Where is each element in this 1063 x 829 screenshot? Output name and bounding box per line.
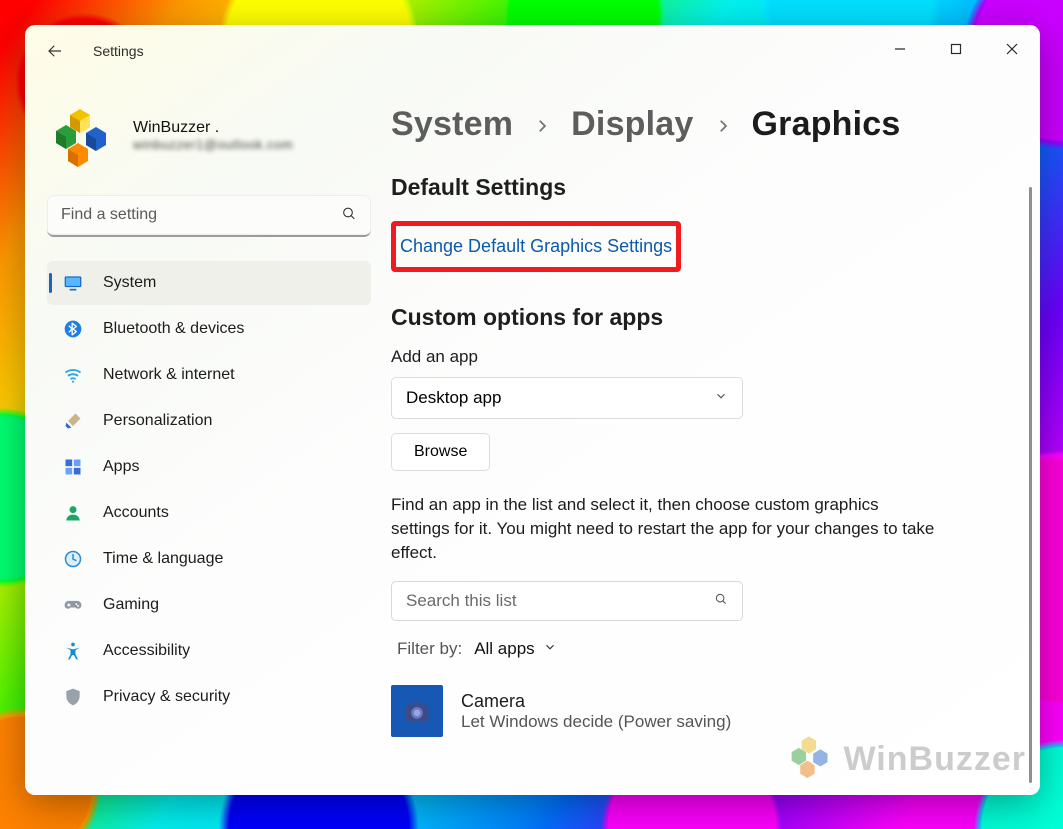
apps-icon [63, 457, 83, 477]
account-header[interactable]: WinBuzzer . winbuzzer1@outlook.com [47, 93, 371, 189]
app-list-search[interactable]: Search this list [391, 581, 743, 621]
sidebar-item-gaming[interactable]: Gaming [47, 583, 371, 627]
settings-window: Settings [25, 25, 1040, 795]
shield-icon [63, 687, 83, 707]
chevron-right-icon [714, 105, 732, 144]
person-icon [63, 503, 83, 523]
window-controls [872, 25, 1040, 73]
back-button[interactable] [33, 29, 77, 73]
title-bar: Settings [25, 25, 1040, 77]
camera-app-icon [391, 685, 443, 737]
main-content: System Display Graphics Default Settings… [385, 77, 1040, 795]
browse-button-label: Browse [414, 443, 467, 461]
close-button[interactable] [984, 25, 1040, 73]
sidebar-item-time-language[interactable]: Time & language [47, 537, 371, 581]
close-icon [1006, 43, 1018, 55]
sidebar-search[interactable] [47, 195, 371, 237]
sidebar-item-label: Privacy & security [103, 688, 230, 706]
sidebar-item-label: Gaming [103, 596, 159, 614]
sidebar-item-label: Bluetooth & devices [103, 320, 244, 338]
app-detail: Let Windows decide (Power saving) [461, 712, 731, 732]
change-default-graphics-link[interactable]: Change Default Graphics Settings [400, 236, 672, 257]
app-list-item[interactable]: Camera Let Windows decide (Power saving) [391, 685, 1006, 737]
chevron-right-icon [533, 105, 551, 144]
app-type-select[interactable]: Desktop app [391, 377, 743, 419]
sidebar-item-label: Accounts [103, 504, 169, 522]
filter-value: All apps [474, 639, 534, 659]
sidebar-item-accounts[interactable]: Accounts [47, 491, 371, 535]
sidebar-item-accessibility[interactable]: Accessibility [47, 629, 371, 673]
sidebar-item-label: Time & language [103, 550, 223, 568]
breadcrumb-display[interactable]: Display [571, 105, 693, 144]
sidebar-item-label: Apps [103, 458, 139, 476]
avatar-cubes-icon [51, 103, 115, 167]
accessibility-icon [63, 641, 83, 661]
breadcrumb: System Display Graphics [391, 105, 1006, 144]
chevron-down-icon [543, 639, 557, 659]
maximize-button[interactable] [928, 25, 984, 73]
account-email: winbuzzer1@outlook.com [133, 137, 293, 152]
section-default-settings: Default Settings [391, 174, 1006, 201]
minimize-button[interactable] [872, 25, 928, 73]
avatar [51, 103, 115, 167]
window-title: Settings [93, 43, 144, 59]
sidebar-nav: System Bluetooth & devices Network & int… [47, 261, 371, 719]
filter-label: Filter by: [397, 639, 462, 659]
back-arrow-icon [46, 42, 64, 60]
account-text: WinBuzzer . winbuzzer1@outlook.com [133, 119, 293, 152]
sidebar-item-privacy[interactable]: Privacy & security [47, 675, 371, 719]
maximize-icon [950, 43, 962, 55]
section-custom-options: Custom options for apps [391, 304, 1006, 331]
app-info: Camera Let Windows decide (Power saving) [461, 691, 731, 732]
filter-row[interactable]: Filter by: All apps [391, 639, 1006, 659]
sidebar-item-label: System [103, 274, 156, 292]
sidebar-item-bluetooth[interactable]: Bluetooth & devices [47, 307, 371, 351]
browse-button[interactable]: Browse [391, 433, 490, 471]
search-icon [341, 206, 357, 227]
sidebar-item-label: Network & internet [103, 366, 235, 384]
chevron-down-icon [714, 388, 728, 408]
paintbrush-icon [63, 411, 83, 431]
system-icon [63, 273, 83, 293]
annotation-highlight: Change Default Graphics Settings [391, 221, 681, 272]
sidebar: WinBuzzer . winbuzzer1@outlook.com Syste… [25, 77, 385, 795]
app-list-search-placeholder: Search this list [406, 591, 517, 611]
add-app-label: Add an app [391, 347, 1006, 367]
select-value: Desktop app [406, 388, 501, 408]
help-text: Find an app in the list and select it, t… [391, 493, 937, 565]
breadcrumb-graphics: Graphics [752, 105, 901, 144]
sidebar-item-label: Personalization [103, 412, 212, 430]
sidebar-item-label: Accessibility [103, 642, 190, 660]
wifi-icon [63, 365, 83, 385]
sidebar-item-network[interactable]: Network & internet [47, 353, 371, 397]
breadcrumb-system[interactable]: System [391, 105, 513, 144]
search-icon [714, 591, 728, 611]
search-input[interactable] [47, 195, 371, 237]
account-name: WinBuzzer . [133, 119, 293, 137]
sidebar-item-personalization[interactable]: Personalization [47, 399, 371, 443]
clock-globe-icon [63, 549, 83, 569]
sidebar-item-apps[interactable]: Apps [47, 445, 371, 489]
minimize-icon [894, 43, 906, 55]
bluetooth-icon [63, 319, 83, 339]
app-name: Camera [461, 691, 731, 712]
sidebar-item-system[interactable]: System [47, 261, 371, 305]
gamepad-icon [63, 595, 83, 615]
vertical-scrollbar[interactable] [1029, 187, 1032, 783]
